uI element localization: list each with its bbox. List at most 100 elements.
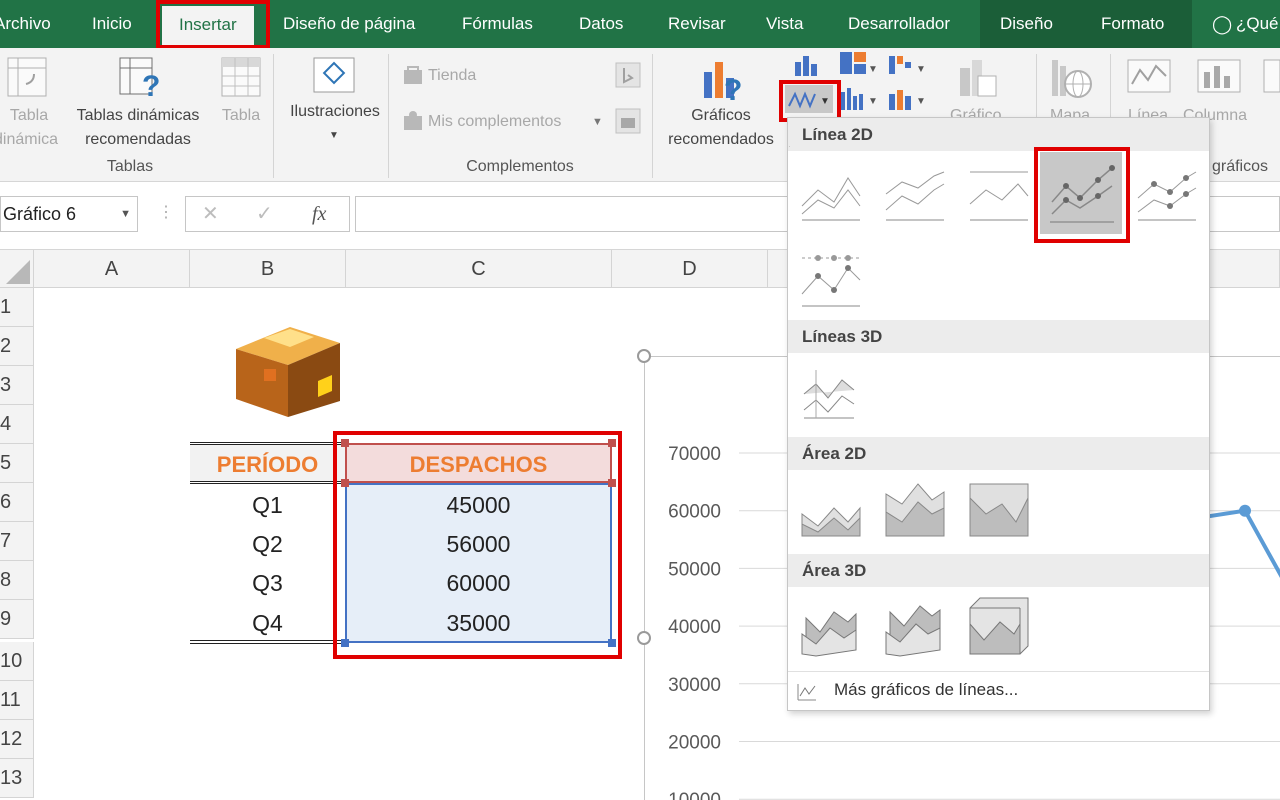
cell-despachos[interactable]: 60000 (345, 570, 612, 597)
row-header-4[interactable]: 4 (0, 405, 34, 444)
range-handle[interactable] (341, 639, 349, 647)
cell-periodo[interactable]: Q4 (190, 610, 345, 637)
cell-periodo[interactable]: Q1 (190, 492, 345, 519)
menu-divider (788, 671, 1209, 672)
row-header-10[interactable]: 10 (0, 642, 34, 681)
ilustraciones-button[interactable]: Ilustraciones (282, 100, 388, 124)
row-header-12[interactable]: 12 (0, 720, 34, 759)
svg-text:▼: ▼ (916, 96, 926, 107)
tab-vista[interactable]: Vista (766, 0, 804, 48)
svg-text:▼: ▼ (868, 96, 878, 107)
select-all-corner[interactable] (0, 250, 34, 288)
row-header-8[interactable]: 8 (0, 561, 34, 600)
tab-diseno-pagina[interactable]: Diseño de página (283, 0, 415, 48)
range-handle[interactable] (608, 639, 616, 647)
chart-y-tick-label: 30000 (668, 675, 721, 696)
column-header-a[interactable]: A (34, 250, 190, 288)
graficos-recomendados-button[interactable]: Gráficos recomendados (660, 104, 782, 152)
recommended-pivot-icon: ? (118, 56, 166, 105)
tab-inicio[interactable]: Inicio (92, 0, 132, 48)
combo-chart-icon[interactable]: ▼ (886, 84, 928, 119)
chevron-down-icon[interactable]: ▼ (120, 197, 131, 231)
tienda-button[interactable]: Tienda (428, 64, 476, 88)
gallery-100-stacked-line[interactable] (966, 160, 1032, 226)
cell-periodo[interactable]: Q3 (190, 570, 345, 597)
vertical-ellipsis-icon: ⋮ (158, 204, 174, 221)
statistic-chart-icon[interactable]: ▼ (838, 84, 880, 119)
gallery-area[interactable] (798, 478, 864, 544)
tab-formato[interactable]: Formato (1101, 0, 1164, 48)
enter-icon[interactable]: ✓ (256, 197, 273, 231)
insert-function-icon[interactable]: fx (312, 197, 326, 231)
column-header-d[interactable]: D (612, 250, 768, 288)
gallery-line[interactable] (798, 160, 864, 226)
tab-insertar[interactable]: Insertar (162, 6, 254, 48)
gallery-100-stacked-line-markers[interactable] (798, 246, 864, 312)
range-handle[interactable] (608, 439, 616, 447)
tab-formulas[interactable]: Fórmulas (462, 0, 533, 48)
chart-y-tick-label: 70000 (668, 444, 721, 465)
tdr-label-2: recomendadas (85, 131, 191, 148)
tabla-dinamica-label-2: dinámica (0, 131, 59, 148)
more-line-charts-link[interactable]: Más gráficos de líneas... (834, 680, 1018, 700)
gallery-3d-line[interactable] (798, 360, 864, 426)
table-header-border (190, 481, 345, 484)
range-handle[interactable] (341, 479, 349, 487)
gallery-3d-100-stacked-area[interactable] (966, 594, 1032, 660)
gallery-3d-stacked-area[interactable] (882, 594, 948, 660)
gallery-stacked-line[interactable] (882, 160, 948, 226)
tab-desarrollador[interactable]: Desarrollador (848, 0, 950, 48)
cell-despachos[interactable]: 35000 (345, 610, 612, 637)
tab-revisar[interactable]: Revisar (668, 0, 726, 48)
column-header-c[interactable]: C (346, 250, 612, 288)
gallery-stacked-area[interactable] (882, 478, 948, 544)
tell-me-box[interactable]: ¿Qué (1236, 0, 1279, 48)
chart-y-tick-label: 20000 (668, 733, 721, 754)
gallery-line-with-markers[interactable] (1040, 152, 1122, 234)
chart-data-point[interactable] (1239, 504, 1251, 517)
sparkline-line-icon (1126, 56, 1172, 101)
line-chart-dropdown-button[interactable]: ▼ (784, 84, 834, 119)
row-header-13[interactable]: 13 (0, 759, 34, 798)
row-header-5[interactable]: 5 (0, 444, 34, 483)
section-lineas-3d: Líneas 3D (788, 320, 1209, 353)
header-periodo[interactable]: PERÍODO (190, 452, 345, 478)
bing-icon[interactable] (615, 62, 641, 93)
chart-resize-handle[interactable] (637, 631, 651, 645)
gallery-100-stacked-area[interactable] (966, 478, 1032, 544)
chart-y-tick-label: 50000 (668, 559, 721, 580)
cell-despachos[interactable]: 45000 (345, 492, 612, 519)
tab-archivo[interactable]: Archivo (0, 0, 51, 48)
row-header-2[interactable]: 2 (0, 327, 34, 366)
row-header-9[interactable]: 9 (0, 600, 34, 639)
chart-resize-handle[interactable] (637, 349, 651, 363)
row-header-7[interactable]: 7 (0, 522, 34, 561)
gallery-stacked-line-markers[interactable] (1134, 160, 1200, 226)
gallery-3d-area[interactable] (798, 594, 864, 660)
tab-datos[interactable]: Datos (579, 0, 623, 48)
tablas-dinamicas-recomendadas-button[interactable]: Tablas dinámicas recomendadas (68, 104, 208, 152)
row-header-11[interactable]: 11 (0, 681, 34, 720)
mis-complementos-dropdown-icon[interactable]: ▼ (592, 110, 603, 134)
column-chart-icon[interactable] (792, 52, 822, 83)
mis-complementos-button[interactable]: Mis complementos (428, 110, 561, 134)
tab-diseno[interactable]: Diseño (1000, 0, 1053, 48)
cell-periodo[interactable]: Q2 (190, 531, 345, 558)
range-handle[interactable] (341, 439, 349, 447)
tabla-button[interactable]: Tabla (216, 104, 266, 128)
column-header-b[interactable]: B (190, 250, 346, 288)
range-handle[interactable] (608, 479, 616, 487)
gr-label-2: recomendados (668, 131, 774, 148)
cancel-icon[interactable]: ✕ (202, 197, 219, 231)
row-header-3[interactable]: 3 (0, 366, 34, 405)
name-box[interactable]: Gráfico 6 ▼ (0, 196, 138, 232)
cell-despachos[interactable]: 56000 (345, 531, 612, 558)
pivot-chart-icon (956, 56, 1000, 105)
people-graph-icon[interactable] (615, 108, 641, 139)
waterfall-chart-icon[interactable]: ▼ (886, 52, 928, 83)
row-header-1[interactable]: 1 (0, 288, 34, 327)
lightbulb-icon[interactable]: ◯ (1212, 0, 1232, 48)
hierarchy-chart-icon[interactable]: ▼ (838, 50, 878, 83)
row-header-6[interactable]: 6 (0, 483, 34, 522)
tabla-dinamica-button[interactable]: Tabla dinámica (0, 104, 60, 152)
